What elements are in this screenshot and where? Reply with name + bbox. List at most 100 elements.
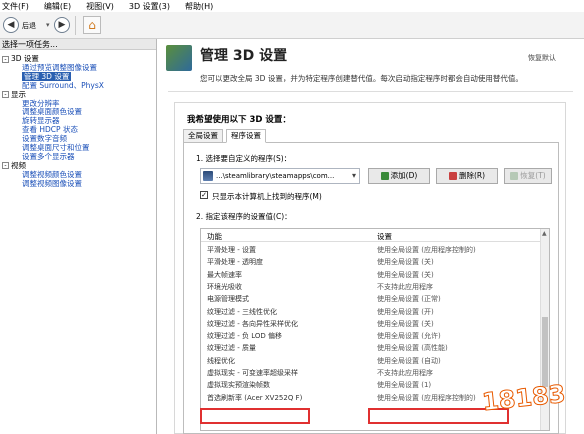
chevron-down-icon[interactable]: ▾	[352, 171, 356, 180]
remove-icon	[448, 172, 457, 180]
tree-item-label: 显示	[11, 89, 26, 99]
table-row[interactable]: 虚拟现实 - 可变速率超级采样 不支持此应用程序	[201, 367, 542, 379]
menu-3d-settings[interactable]: 3D 设置(3)	[129, 1, 170, 12]
feature-cell: 纹理过滤 - 质量	[207, 344, 256, 353]
tree-item[interactable]: 调整视频图像设置	[22, 179, 82, 188]
tree-category[interactable]: - 显示	[2, 90, 26, 99]
collapse-icon[interactable]: -	[2, 55, 9, 63]
setting-cell[interactable]: 使用全局设置 (1)	[377, 380, 431, 390]
setting-cell[interactable]: 使用全局设置 (开)	[377, 307, 434, 317]
table-row[interactable]: 纹理过滤 - 质量 使用全局设置 (高性能)	[201, 342, 542, 354]
add-button-label: 添加(D)	[390, 171, 418, 180]
highlight-refresh-rate-feature	[200, 408, 310, 424]
feature-cell: 纹理过滤 - 三线性优化	[207, 307, 277, 316]
table-row[interactable]: 环境光吸收 不支持此应用程序	[201, 281, 542, 293]
restore-defaults-link[interactable]: 恢复默认	[528, 53, 556, 63]
settings-panel: 我希望使用以下 3D 设置： 全局设置 程序设置 1. 选择要自定义的程序(S)…	[174, 102, 566, 434]
feature-cell: 电源管理模式	[207, 295, 249, 304]
step1-label: 1. 选择要自定义的程序(S)：	[196, 154, 292, 163]
program-select-value: ...\steamlibrary\steamapps\com...	[216, 172, 335, 180]
column-setting: 设置	[377, 232, 392, 241]
remove-button-label: 删除(R)	[458, 171, 486, 180]
column-feature: 功能	[207, 232, 222, 241]
tree-item-label: 通过预览调整图像设置	[22, 62, 97, 72]
step2-label: 2. 指定该程序的设置值(C)：	[196, 212, 292, 221]
setting-cell[interactable]: 使用全局设置 (允许)	[377, 331, 441, 341]
setting-cell[interactable]: 使用全局设置 (正常)	[377, 294, 441, 304]
feature-cell: 最大帧速率	[207, 270, 242, 279]
menu-help[interactable]: 帮助(H)	[185, 1, 213, 12]
setting-cell[interactable]: 使用全局设置 (应用程序控制的)	[377, 393, 476, 403]
setting-cell[interactable]: 使用全局设置 (应用程序控制的)	[377, 245, 476, 255]
toolbar-divider	[75, 16, 76, 35]
restore-button[interactable]: 恢复(T)	[504, 168, 552, 184]
setting-cell[interactable]: 不支持此应用程序	[377, 368, 433, 378]
tree-item[interactable]: 调整桌面尺寸和位置	[22, 143, 90, 152]
forward-arrow-icon[interactable]: ▶	[54, 17, 70, 33]
home-icon[interactable]: ⌂	[83, 16, 101, 34]
back-dropdown-icon[interactable]: ▾	[46, 21, 50, 29]
tree-item[interactable]: 调整视频颜色设置	[22, 170, 82, 179]
tree-item-label: 视频	[11, 160, 26, 170]
program-select[interactable]: ...\steamlibrary\steamapps\com... ▾	[200, 168, 360, 184]
toolbar: ◀ 后退 ▾ ▶ ⌂	[0, 12, 584, 39]
restore-button-label: 恢复(T)	[520, 171, 546, 180]
tree-item[interactable]: 通过预览调整图像设置	[22, 63, 97, 72]
tree-category[interactable]: -3D 设置	[2, 54, 39, 63]
add-icon	[380, 172, 389, 180]
tree-item-label: 设置数字音频	[22, 134, 67, 144]
show-found-programs-checkbox[interactable]: ✓	[200, 191, 208, 199]
task-pane-header: 选择一项任务...	[0, 39, 156, 50]
tree-item-selected[interactable]: 管理 3D 设置	[22, 71, 72, 81]
tree-item[interactable]: 设置多个显示器	[22, 152, 75, 161]
tree-item[interactable]: 配置 Surround、PhysX	[22, 81, 104, 90]
table-row[interactable]: 平滑处理 - 透明度 使用全局设置 (关)	[201, 256, 542, 268]
menu-file[interactable]: 文件(F)	[2, 1, 29, 12]
table-row[interactable]: 电源管理模式 使用全局设置 (正常)	[201, 293, 542, 305]
tree-item-label: 管理 3D 设置	[24, 71, 70, 81]
back-arrow-icon[interactable]: ◀	[3, 17, 19, 33]
tree-item[interactable]: 查看 HDCP 状态	[22, 125, 78, 134]
table-row[interactable]: 线程优化 使用全局设置 (自动)	[201, 355, 542, 367]
setting-cell[interactable]: 不支持此应用程序	[377, 282, 433, 292]
add-button[interactable]: 添加(D)	[368, 168, 430, 184]
collapse-icon[interactable]: -	[2, 162, 9, 170]
page-title: 管理 3D 设置	[200, 48, 288, 64]
scroll-up-icon[interactable]: ▲	[542, 230, 547, 237]
tab-global-settings[interactable]: 全局设置	[183, 129, 223, 143]
table-row[interactable]: 纹理过滤 - 三线性优化 使用全局设置 (开)	[201, 306, 542, 318]
feature-cell: 平滑处理 - 设置	[207, 246, 256, 254]
menu-view[interactable]: 视图(V)	[86, 1, 114, 12]
menu-edit[interactable]: 编辑(E)	[44, 1, 71, 12]
remove-button[interactable]: 删除(R)	[436, 168, 498, 184]
tab-program-settings[interactable]: 程序设置	[226, 129, 266, 143]
feature-cell: 平滑处理 - 透明度	[207, 258, 263, 267]
feature-cell: 线程优化	[207, 356, 235, 365]
feature-cell: 纹理过滤 - 各向异性采样优化	[207, 319, 298, 328]
show-found-programs-label: 只显示本计算机上找到的程序(M)	[212, 192, 322, 201]
table-row[interactable]: 纹理过滤 - 各向异性采样优化 使用全局设置 (关)	[201, 318, 542, 330]
feature-cell: 虚拟现实预渲染帧数	[207, 381, 270, 390]
separator	[168, 91, 573, 92]
back-label[interactable]: 后退	[22, 21, 36, 31]
tree-item-label: 查看 HDCP 状态	[22, 125, 78, 135]
setting-cell[interactable]: 使用全局设置 (高性能)	[377, 343, 448, 353]
scrollbar-thumb[interactable]	[542, 317, 548, 387]
setting-cell[interactable]: 使用全局设置 (关)	[377, 270, 434, 280]
table-row[interactable]: 最大帧速率 使用全局设置 (关)	[201, 269, 542, 281]
tree-item-label: 旋转显示器	[22, 116, 60, 126]
feature-cell: 纹理过滤 - 负 LOD 偏移	[207, 332, 282, 341]
tree-category[interactable]: - 视频	[2, 161, 26, 170]
tree-item[interactable]: 旋转显示器	[22, 116, 60, 125]
tree-item[interactable]: 设置数字音频	[22, 134, 67, 143]
feature-cell: 虚拟现实 - 可变速率超级采样	[207, 369, 298, 377]
program-icon	[203, 171, 213, 181]
table-row[interactable]: 平滑处理 - 设置 使用全局设置 (应用程序控制的)	[201, 244, 542, 256]
table-row[interactable]: 纹理过滤 - 负 LOD 偏移 使用全局设置 (允许)	[201, 330, 542, 342]
tree-item-label: 设置多个显示器	[22, 151, 75, 161]
setting-cell[interactable]: 使用全局设置 (关)	[377, 319, 434, 329]
setting-cell[interactable]: 使用全局设置 (关)	[377, 257, 434, 267]
collapse-icon[interactable]: -	[2, 91, 9, 99]
page-description: 您可以更改全局 3D 设置，并为特定程序创建替代值。每次启动指定程序时都会自动使…	[200, 74, 523, 83]
setting-cell[interactable]: 使用全局设置 (自动)	[377, 356, 441, 366]
